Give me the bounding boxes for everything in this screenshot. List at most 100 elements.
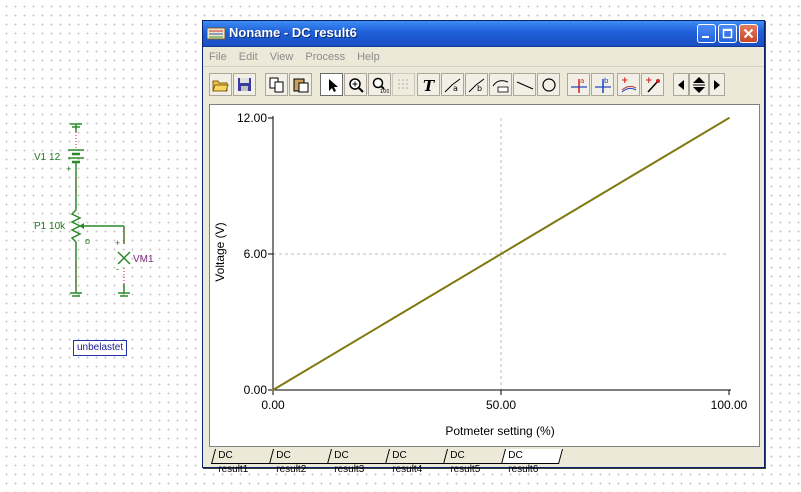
series-point (728, 117, 730, 119)
open-folder-icon (212, 80, 229, 92)
result-tab-strip: DC result1 DC result2 DC result3 DC result4… (210, 449, 753, 475)
close-button[interactable] (739, 24, 758, 43)
open-button[interactable] (209, 73, 232, 96)
x-tick-label: 0.00 (261, 398, 285, 412)
y-axis-label: Voltage (V) (213, 222, 227, 281)
series-point (500, 253, 502, 255)
cursor-b-button[interactable]: b (465, 73, 488, 96)
battery-symbol[interactable] (68, 149, 84, 164)
ground-symbol-top (70, 123, 82, 132)
scroll-right-button[interactable] (709, 73, 725, 96)
pointer-button[interactable] (320, 73, 343, 96)
voltmeter-symbol[interactable] (117, 251, 131, 265)
line-icon (516, 80, 533, 90)
zoom-in-button[interactable] (344, 73, 367, 96)
svg-text:T: T (423, 77, 436, 93)
menu-bar: File Edit View Process Help (203, 47, 764, 67)
svg-text:b: b (604, 77, 609, 85)
grid-icon (398, 79, 408, 89)
add-point-button[interactable]: + (641, 73, 664, 96)
annotation-text-box[interactable]: unbelastet (73, 340, 128, 356)
curve-label-button[interactable] (489, 73, 512, 96)
minimize-button[interactable] (697, 24, 716, 43)
svg-text:b: b (477, 84, 482, 93)
copy-button[interactable] (265, 73, 288, 96)
close-icon (743, 28, 754, 39)
circle-button[interactable] (537, 73, 560, 96)
tab-dc-result-1[interactable]: DC result1 (210, 449, 274, 475)
svg-text:+: + (621, 76, 629, 86)
marker-a-icon: a (570, 77, 587, 93)
window-titlebar[interactable]: Noname - DC result6 (203, 21, 764, 47)
scroll-left-icon (678, 79, 684, 90)
scroll-left-button[interactable] (673, 73, 689, 96)
menu-process[interactable]: Process (305, 50, 345, 64)
pointer-icon (328, 78, 338, 92)
cursor-a-button[interactable]: a (441, 73, 464, 96)
tab-dc-result-4[interactable]: DC result4 (384, 449, 448, 475)
save-icon (238, 78, 251, 91)
y-tick-label: 6.00 (244, 247, 268, 261)
paste-icon (293, 78, 308, 92)
text-icon: T (423, 77, 436, 93)
ground-symbol-meter (118, 284, 130, 297)
x-axis-label: Potmeter setting (%) (445, 424, 554, 438)
y-tick-label: 0.00 (244, 383, 268, 397)
chart-area[interactable]: 0.00 50.00 100.00 0.00 6.00 12.00 Potmeter se… (209, 104, 760, 447)
grid-button[interactable] (392, 73, 415, 96)
zoom-100-button[interactable]: 100% (368, 73, 391, 96)
add-curve-button[interactable]: + (617, 73, 640, 96)
save-button[interactable] (233, 73, 256, 96)
tab-label: DC result3 (334, 450, 365, 475)
meter-plus-mark: + (115, 238, 121, 248)
tab-dc-result-2[interactable]: DC result2 (268, 449, 332, 475)
minimize-icon (702, 36, 709, 38)
tab-label: DC result5 (450, 450, 481, 475)
maximize-button[interactable] (718, 24, 737, 43)
line-button[interactable] (513, 73, 536, 96)
tab-label: DC result6 (508, 450, 539, 475)
tab-dc-result-5[interactable]: DC result5 (442, 449, 506, 475)
schematic-drawing (68, 123, 131, 297)
potentiometer-symbol[interactable] (70, 209, 86, 243)
menu-help[interactable]: Help (357, 50, 380, 64)
schematic-canvas[interactable]: V1 12 + P1 10k o + VM1 - unbelastet (0, 0, 200, 492)
potentiometer-label: P1 10k (34, 221, 66, 232)
zoom-in-icon (348, 77, 364, 93)
dc-result-chart[interactable]: 0.00 50.00 100.00 0.00 6.00 12.00 Potmeter se… (210, 105, 759, 446)
maximize-icon (722, 28, 733, 39)
menu-view[interactable]: View (270, 50, 294, 64)
paste-button[interactable] (289, 73, 312, 96)
curve-label-icon (492, 79, 508, 92)
dc-result-window[interactable]: Noname - DC result6 File Edit View Proce… (202, 20, 765, 475)
battery-plus-mark: + (66, 164, 72, 174)
menu-file[interactable]: File (209, 50, 227, 64)
potentiometer-wiper-mark: o (85, 236, 91, 246)
marker-b-button[interactable]: b (591, 73, 614, 96)
scroll-updown-button[interactable] (689, 73, 709, 96)
tina-app-icon[interactable] (207, 26, 225, 41)
cursor-b-icon: b (468, 78, 484, 93)
scroll-updown-icon (693, 76, 705, 93)
svg-text:a: a (453, 84, 458, 93)
tab-dc-result-3[interactable]: DC result3 (326, 449, 390, 475)
toolbar: 100% T a b a b + + (207, 70, 760, 100)
marker-a-button[interactable]: a (567, 73, 590, 96)
add-point-icon: + (645, 76, 660, 93)
series-point (386, 321, 388, 323)
tab-dc-result-6[interactable]: DC result6 (500, 449, 564, 475)
text-button[interactable]: T (417, 73, 440, 96)
series-point (272, 389, 274, 391)
y-tick-label: 12.00 (237, 111, 267, 125)
svg-text:a: a (580, 77, 584, 85)
tab-label: DC result1 (218, 450, 249, 475)
svg-text:+: + (645, 76, 653, 86)
meter-minus-mark: - (116, 264, 119, 274)
menu-edit[interactable]: Edit (239, 50, 258, 64)
x-tick-label: 50.00 (486, 398, 516, 412)
marker-b-icon: b (594, 77, 611, 93)
circle-icon (541, 77, 556, 92)
tab-label: DC result2 (276, 450, 307, 475)
zoom-100-icon: 100% (372, 77, 389, 93)
voltmeter-label: VM1 (133, 254, 154, 265)
